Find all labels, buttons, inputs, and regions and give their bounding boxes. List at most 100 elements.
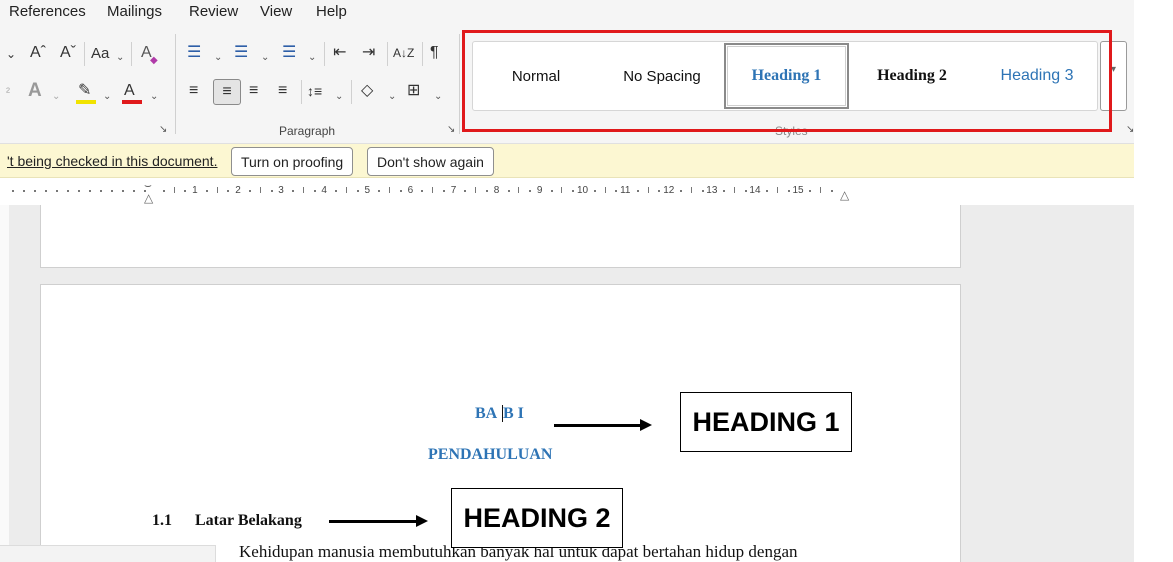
menu-view[interactable]: View <box>260 3 292 20</box>
ruler-dot <box>766 190 769 192</box>
borders-button[interactable]: ⊞ <box>407 81 420 101</box>
ruler-dot <box>442 190 445 192</box>
heading1-text-part1[interactable]: BA <box>475 405 497 423</box>
heading1-text-part2[interactable]: B I <box>503 405 524 423</box>
chevron-down-icon[interactable]: ⌄ <box>261 48 269 68</box>
ruler-number: 9 <box>536 185 543 196</box>
arrow-to-heading2-icon <box>329 515 428 527</box>
paragraph-group-label: Paragraph <box>279 124 336 138</box>
ruler-number: 10 <box>577 185 589 196</box>
ruler-number: 13 <box>706 185 718 196</box>
ruler-dot <box>572 190 575 192</box>
right-indent-icon[interactable]: △ <box>840 188 849 202</box>
document-left-edge <box>0 205 9 562</box>
menu-review[interactable]: Review <box>189 3 238 20</box>
ruler-dot <box>122 190 124 192</box>
font-dialog-launcher-icon[interactable]: ↘ <box>159 124 167 135</box>
proofing-message-text[interactable]: 't being checked in this document. <box>7 153 217 169</box>
justify-button[interactable]: ≡ <box>278 81 287 101</box>
heading1-subtitle[interactable]: PENDAHULUAN <box>428 446 552 464</box>
ruler-tick <box>604 187 606 193</box>
ruler-dot <box>615 190 618 192</box>
ruler-tick <box>302 187 304 193</box>
ruler-dot <box>313 190 316 192</box>
decrease-indent-button[interactable]: ⇤ <box>333 43 346 63</box>
ruler-tick <box>690 187 692 193</box>
ruler-number: 4 <box>321 185 327 196</box>
ruler-dot <box>34 190 36 192</box>
ruler-number: 11 <box>620 185 631 196</box>
chevron-down-icon[interactable]: ⌄ <box>103 87 111 107</box>
ruler-dot <box>636 190 639 192</box>
bullets-button[interactable]: ☰ <box>187 43 201 63</box>
previous-page[interactable] <box>40 205 961 268</box>
line-spacing-button[interactable]: ↕≡ <box>307 81 322 101</box>
shading-button[interactable]: ◇ <box>361 81 373 101</box>
ruler-number: 8 <box>493 185 500 196</box>
ruler-dot <box>507 190 510 192</box>
ruler-tick <box>733 187 735 193</box>
chevron-down-icon[interactable]: ⌄ <box>308 48 316 68</box>
proofing-message-bar: 't being checked in this document. Turn … <box>0 144 1134 178</box>
ruler-dot <box>701 190 704 192</box>
chevron-down-icon[interactable]: ⌄ <box>335 87 343 107</box>
align-right-button[interactable]: ≡ <box>249 81 258 101</box>
chevron-down-icon[interactable]: ⌄ <box>150 87 158 107</box>
ruler-tick <box>518 187 520 193</box>
numbering-button[interactable]: ☰ <box>234 43 248 63</box>
ruler-dot <box>464 190 467 192</box>
ruler-dot <box>45 190 47 192</box>
multilevel-list-button[interactable]: ☰ <box>282 43 296 63</box>
show-formatting-button[interactable]: ¶ <box>430 43 439 63</box>
paragraph-dialog-launcher-icon[interactable]: ↘ <box>447 124 455 135</box>
ruler-dot <box>335 190 338 192</box>
dont-show-again-button[interactable]: Don't show again <box>367 147 494 176</box>
arrow-to-heading1-icon <box>554 419 652 431</box>
align-center-button[interactable]: ≡ <box>213 79 241 105</box>
chevron-down-icon[interactable]: ⌄ <box>388 87 396 107</box>
horizontal-ruler[interactable]: ⌣ △ △ 1 2 3 4 5 6 7 8 9 10 11 12 13 14 15 <box>0 178 1134 205</box>
chevron-down-icon[interactable]: ⌄ <box>52 87 60 107</box>
shrink-font-button[interactable]: Aˇ <box>60 43 76 63</box>
text-effects-button[interactable]: A <box>28 81 42 101</box>
ruler-number: 15 <box>792 185 804 196</box>
separator <box>387 42 388 66</box>
turn-on-proofing-button[interactable]: Turn on proofing <box>231 147 354 176</box>
ruler-tick <box>432 187 434 193</box>
increase-indent-button[interactable]: ⇥ <box>362 43 375 63</box>
heading2-number[interactable]: 1.1 <box>152 512 172 530</box>
align-left-button[interactable]: ≡ <box>189 81 198 101</box>
ruler-dot <box>486 190 489 192</box>
right-margin <box>1134 0 1173 562</box>
ruler-tick <box>345 187 347 193</box>
ruler-dot <box>89 190 91 192</box>
font-color-button[interactable]: A <box>124 81 135 101</box>
menu-references[interactable]: References <box>9 3 86 20</box>
menu-mailings[interactable]: Mailings <box>107 3 162 20</box>
font-size-dropdown-chevron-icon[interactable]: ⌄ <box>6 44 16 64</box>
sort-button[interactable]: A↓Z <box>393 43 414 63</box>
highlight-button[interactable]: ✎ <box>78 81 91 101</box>
ruler-number: 14 <box>749 185 761 196</box>
hanging-indent-icon[interactable]: △ <box>144 191 153 205</box>
chevron-down-icon[interactable]: ⌄ <box>434 87 442 107</box>
grow-font-button[interactable]: Aˆ <box>30 43 46 63</box>
script-icon[interactable]: ² <box>6 82 10 102</box>
ruler-dot <box>111 190 113 192</box>
ruler-dot <box>830 190 833 192</box>
ruler-tick <box>475 187 477 193</box>
ruler-number: 12 <box>663 185 675 196</box>
status-panel <box>0 545 216 562</box>
ruler-tick <box>389 187 391 193</box>
change-case-button[interactable]: Aa <box>91 44 109 64</box>
ruler-dot <box>133 190 135 192</box>
menu-help[interactable]: Help <box>316 3 347 20</box>
chevron-down-icon[interactable]: ⌄ <box>116 48 124 68</box>
ruler-tick <box>776 187 778 193</box>
chevron-down-icon[interactable]: ⌄ <box>214 48 222 68</box>
heading2-text[interactable]: Latar Belakang <box>195 512 302 530</box>
highlight-color-bar <box>76 100 96 104</box>
ruler-dot <box>723 190 726 192</box>
ruler-dot <box>550 190 553 192</box>
ruler-tick <box>216 187 218 193</box>
